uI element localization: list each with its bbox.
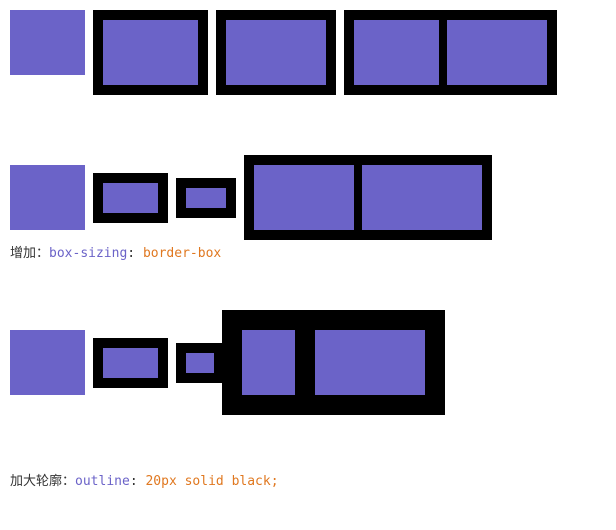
box-3-5: [315, 330, 425, 395]
label-2-value: border-box: [143, 246, 221, 261]
box-3-2-wrap: [93, 338, 168, 388]
label-3: 加大轮廓：outline: 20px solid black;: [10, 470, 279, 489]
section-2: [10, 155, 492, 240]
box-3-4: [242, 330, 307, 395]
box-2-1: [10, 165, 85, 230]
label-3-value-str: solid black;: [185, 474, 279, 489]
box-3-1: [10, 330, 85, 395]
label-2: 增加：box-sizing: border-box: [10, 242, 221, 261]
box-1-4: [354, 20, 439, 85]
section-1: [10, 10, 557, 95]
box-2-4: [254, 165, 354, 230]
box-1-45-wrap: [344, 10, 557, 95]
box-2-45-wrap: [244, 155, 492, 240]
box-3-2: [103, 348, 158, 378]
box-2-2-wrap: [93, 173, 168, 223]
box-1-1: [10, 10, 85, 75]
box-2-3-wrap: [176, 178, 236, 218]
box-3-3: [186, 353, 214, 373]
label-3-value-num: 20px: [145, 474, 176, 489]
box-3-3-wrap: [176, 343, 224, 383]
label-3-text: 加大轮廓：: [10, 474, 75, 489]
box-1-2: [103, 20, 198, 85]
box-2-5: [362, 165, 482, 230]
box-1-2-wrap: [93, 10, 208, 95]
box-1-5: [447, 20, 547, 85]
box-2-3: [186, 188, 226, 208]
box-1-3: [226, 20, 326, 85]
box-3-45-wrap: [232, 320, 435, 405]
section-3: [10, 320, 435, 405]
label-3-property: outline: [75, 474, 130, 489]
box-1-3-wrap: [216, 10, 336, 95]
box-2-2: [103, 183, 158, 213]
label-2-text: 增加：: [10, 246, 49, 261]
label-2-property: box-sizing: [49, 246, 127, 261]
